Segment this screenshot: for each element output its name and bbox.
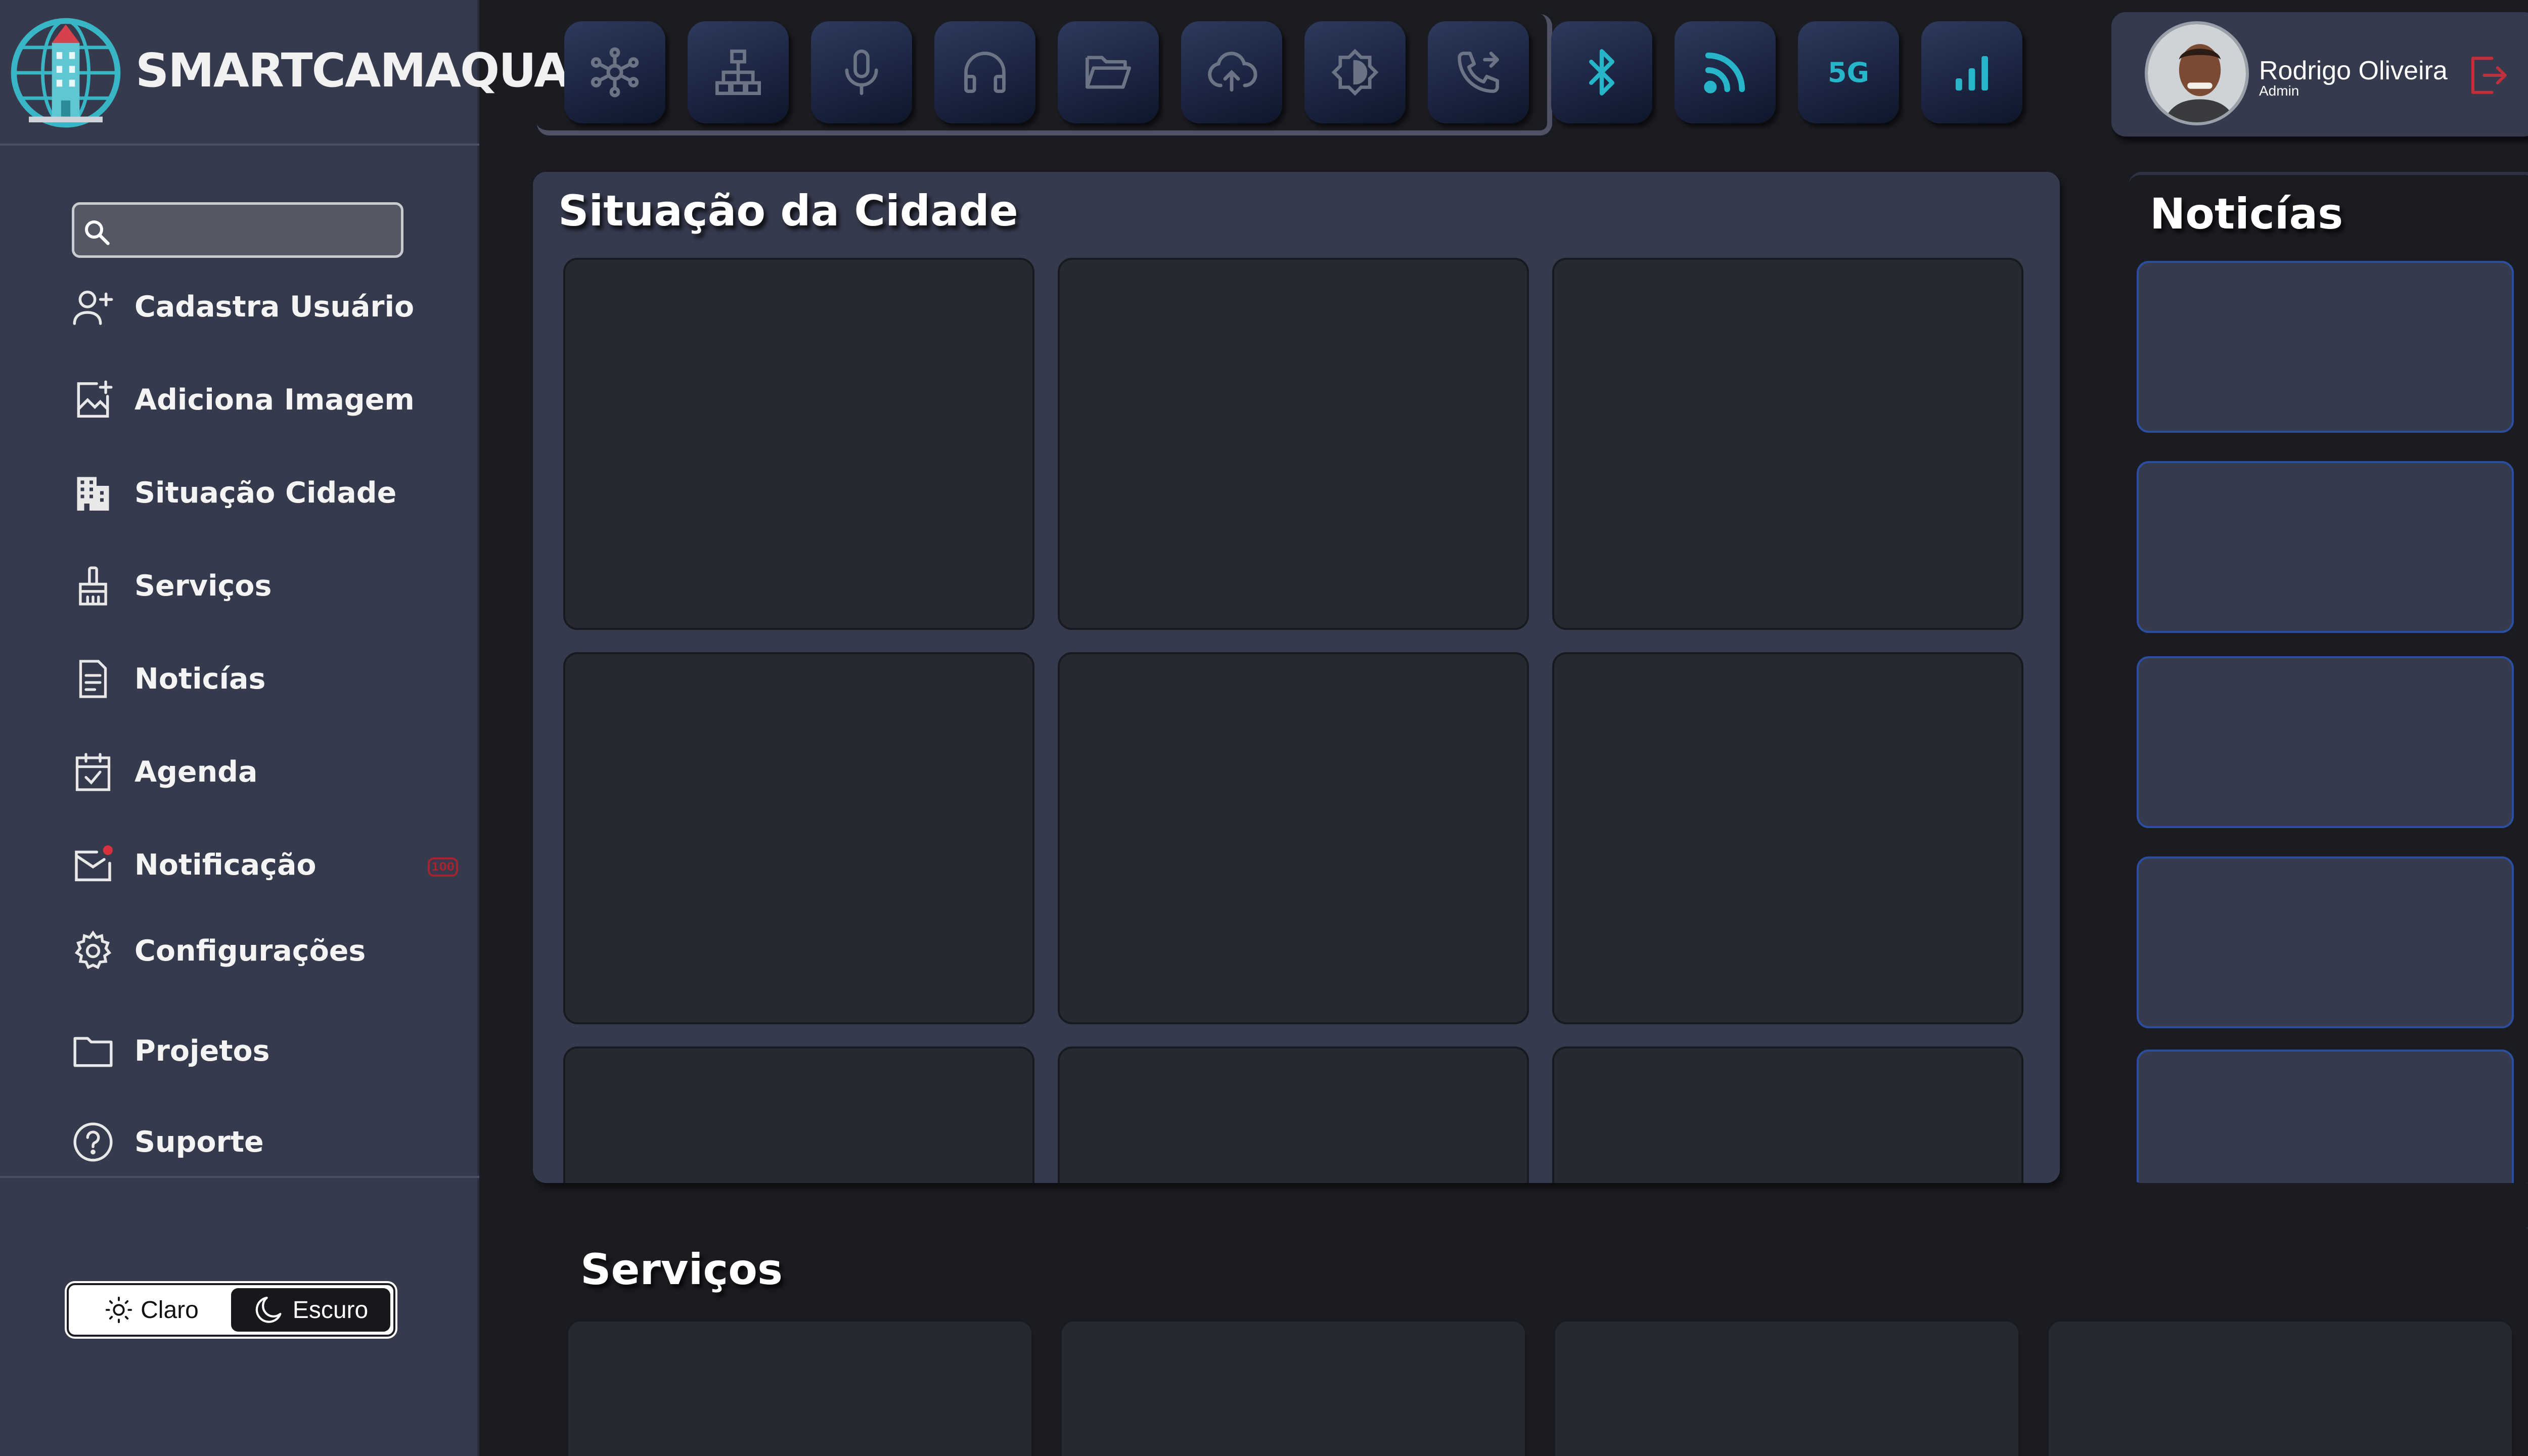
services-panel-title: Serviços bbox=[580, 1245, 783, 1294]
city-card[interactable] bbox=[1552, 652, 2023, 1024]
service-card[interactable] bbox=[1060, 1320, 1527, 1456]
folder-open-button[interactable] bbox=[1058, 21, 1159, 123]
sun-icon bbox=[106, 1296, 132, 1324]
moon-icon bbox=[255, 1296, 282, 1323]
sidebar-item-cadastra-usuario[interactable]: Cadastra Usuário bbox=[71, 279, 455, 335]
city-card[interactable] bbox=[1058, 258, 1529, 630]
news-card[interactable] bbox=[2137, 856, 2514, 1028]
sidebar-item-projetos[interactable]: Projetos bbox=[71, 1023, 455, 1079]
sidebar-item-configuracoes[interactable]: Configurações bbox=[71, 923, 455, 979]
sidebar-item-label: Notificação bbox=[134, 848, 317, 882]
5g-button[interactable]: 5G bbox=[1798, 21, 1899, 123]
microphone-button[interactable] bbox=[811, 21, 912, 123]
user-name: Rodrigo Oliveira bbox=[2259, 56, 2448, 85]
notification-count-badge: 100 bbox=[428, 857, 458, 877]
bluetooth-button[interactable] bbox=[1551, 21, 1652, 123]
service-card[interactable] bbox=[566, 1320, 1033, 1456]
city-panel-title: Situação da Cidade bbox=[558, 186, 1018, 236]
sidebar-item-label: Situação Cidade bbox=[134, 476, 397, 510]
cloud-upload-button[interactable] bbox=[1181, 21, 1282, 123]
image-add-icon bbox=[71, 378, 115, 422]
user-profile-card: Rodrigo Oliveira Admin bbox=[2111, 12, 2528, 136]
calendar-check-icon bbox=[71, 750, 115, 794]
rss-icon bbox=[1704, 52, 1745, 94]
network-hub-button[interactable] bbox=[564, 21, 665, 123]
signal-bars-icon bbox=[1956, 56, 1988, 90]
sidebar-item-label: Serviços bbox=[134, 569, 272, 603]
sidebar-item-label: Cadastra Usuário bbox=[134, 290, 415, 324]
city-card[interactable] bbox=[1552, 1046, 2023, 1183]
search-input[interactable] bbox=[72, 202, 403, 258]
sidebar-item-situacao-cidade[interactable]: Situação Cidade bbox=[71, 465, 455, 521]
news-panel-title: Noticías bbox=[2150, 189, 2343, 239]
city-card[interactable] bbox=[1058, 652, 1529, 1024]
theme-dark-button[interactable]: Escuro bbox=[231, 1288, 390, 1332]
sidebar-item-label: Configurações bbox=[134, 934, 366, 968]
sitemap-icon bbox=[715, 50, 761, 95]
5g-icon: 5G bbox=[1828, 56, 1869, 88]
city-status-panel: Situação da Cidade bbox=[533, 172, 2060, 1183]
sidebar-item-notificacao[interactable]: Notificação 100 bbox=[71, 837, 458, 893]
news-card[interactable] bbox=[2137, 656, 2514, 828]
broom-icon bbox=[71, 564, 115, 608]
quick-toolbar: 5G bbox=[537, 14, 2022, 135]
sidebar-item-suporte[interactable]: Suporte bbox=[71, 1114, 455, 1170]
theme-toggle[interactable]: Claro Escuro bbox=[67, 1283, 395, 1337]
logout-icon[interactable] bbox=[2465, 53, 2511, 98]
brightness-button[interactable] bbox=[1304, 21, 1406, 123]
city-card[interactable] bbox=[563, 258, 1034, 630]
gear-icon bbox=[71, 929, 115, 973]
folder-open-icon bbox=[1086, 56, 1131, 89]
sidebar: SMARTCAMAQUA Cadastra Usuário Adiciona I… bbox=[0, 0, 570, 1456]
brightness-icon bbox=[1331, 49, 1379, 96]
headphones-icon bbox=[964, 52, 1006, 93]
theme-dark-label: Escuro bbox=[292, 1296, 369, 1324]
sidebar-item-adiciona-imagem[interactable]: Adiciona Imagem bbox=[71, 372, 455, 428]
news-card[interactable] bbox=[2137, 1050, 2514, 1183]
service-card[interactable] bbox=[1553, 1320, 2020, 1456]
cloud-upload-icon bbox=[1208, 52, 1257, 92]
headphones-button[interactable] bbox=[934, 21, 1035, 123]
services-panel: Serviços bbox=[556, 1227, 2528, 1456]
bluetooth-icon bbox=[1589, 49, 1614, 96]
sidebar-item-label: Suporte bbox=[134, 1125, 264, 1159]
city-buildings-icon bbox=[71, 471, 115, 515]
signal-bars-button[interactable] bbox=[1921, 21, 2022, 123]
theme-light-button[interactable]: Claro bbox=[72, 1288, 231, 1332]
service-card[interactable] bbox=[2047, 1320, 2514, 1456]
globe-building-icon bbox=[11, 18, 121, 128]
search-icon bbox=[85, 220, 110, 245]
city-card[interactable] bbox=[563, 652, 1034, 1024]
user-plus-icon bbox=[71, 285, 115, 329]
sidebar-item-agenda[interactable]: Agenda bbox=[71, 744, 455, 800]
sidebar-item-label: Projetos bbox=[134, 1034, 270, 1068]
sidebar-item-noticias[interactable]: Noticías bbox=[71, 651, 455, 707]
logo-area: SMARTCAMAQUA bbox=[0, 0, 570, 146]
sidebar-divider bbox=[0, 1176, 479, 1178]
avatar[interactable] bbox=[2145, 21, 2249, 125]
document-icon bbox=[71, 657, 115, 701]
sitemap-button[interactable] bbox=[688, 21, 789, 123]
sidebar-item-servicos[interactable]: Serviços bbox=[71, 558, 455, 614]
folder-icon bbox=[71, 1029, 115, 1073]
microphone-icon bbox=[845, 50, 878, 96]
sidebar-item-label: Adiciona Imagem bbox=[134, 383, 415, 417]
city-card[interactable] bbox=[1058, 1046, 1529, 1183]
mail-notification-icon bbox=[71, 843, 115, 887]
city-card[interactable] bbox=[1552, 258, 2023, 630]
help-circle-icon bbox=[71, 1120, 115, 1164]
network-hub-icon bbox=[591, 47, 639, 98]
news-card[interactable] bbox=[2137, 461, 2514, 633]
news-card[interactable] bbox=[2137, 261, 2514, 433]
city-card[interactable] bbox=[563, 1046, 1034, 1183]
phone-forward-icon bbox=[1458, 52, 1499, 93]
rss-button[interactable] bbox=[1675, 21, 1776, 123]
sidebar-item-label: Agenda bbox=[134, 755, 258, 789]
news-panel: Noticías bbox=[2129, 172, 2528, 1183]
theme-light-label: Claro bbox=[141, 1296, 199, 1324]
user-role: Admin bbox=[2259, 83, 2299, 99]
brand-name: SMARTCAMAQUA bbox=[136, 43, 570, 98]
phone-forward-button[interactable] bbox=[1428, 21, 1529, 123]
sidebar-item-label: Noticías bbox=[134, 662, 266, 696]
